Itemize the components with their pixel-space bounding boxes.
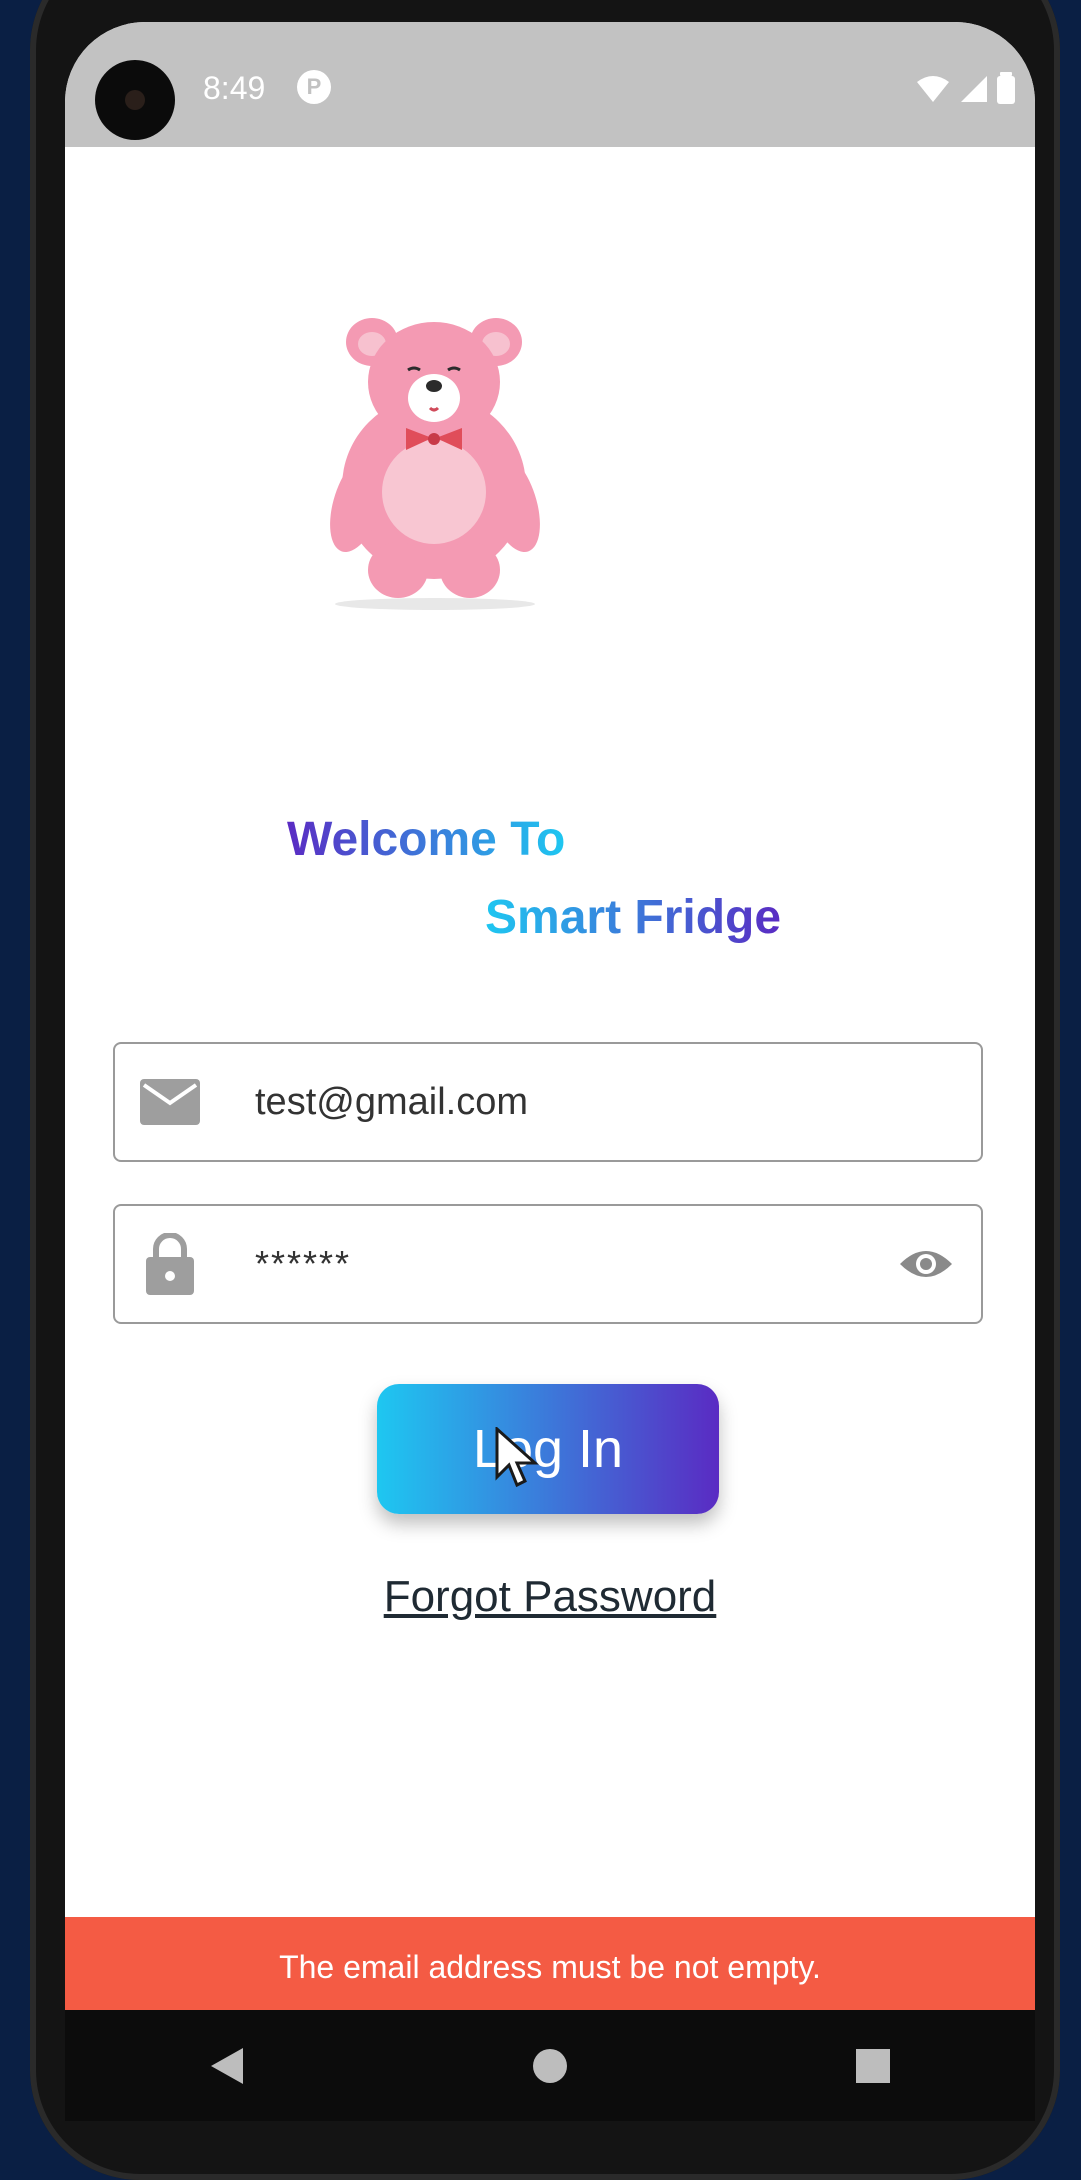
- mail-icon: [115, 1079, 225, 1125]
- password-input[interactable]: [225, 1243, 871, 1285]
- welcome-title: Welcome To: [287, 813, 566, 866]
- forgot-password-link[interactable]: Forgot Password: [65, 1572, 1035, 1622]
- signal-icon: [961, 76, 987, 102]
- back-icon[interactable]: [167, 2026, 287, 2106]
- camera-cutout: [95, 60, 175, 140]
- error-snackbar: The email address must be not empty.: [65, 1917, 1035, 2017]
- email-input[interactable]: [225, 1080, 981, 1124]
- status-time: 8:49: [203, 70, 266, 106]
- status-icons: [915, 72, 1015, 104]
- notification-icon: P: [297, 70, 331, 104]
- lock-icon: [115, 1233, 225, 1295]
- app-screen: 8:49 P Welcome To Smart Fridge test@gmai…: [65, 22, 1035, 2022]
- status-bar: 8:49 P: [65, 22, 1035, 147]
- wifi-icon: [917, 76, 949, 102]
- mouse-cursor-icon: [495, 1427, 539, 1488]
- system-nav-bar: [65, 2010, 1035, 2121]
- home-icon[interactable]: [490, 2026, 610, 2106]
- recents-icon[interactable]: [813, 2026, 933, 2106]
- bear-logo-image: [330, 318, 540, 610]
- password-field[interactable]: [113, 1204, 983, 1324]
- login-button[interactable]: Log In: [377, 1384, 719, 1514]
- email-field[interactable]: [113, 1042, 983, 1162]
- eye-icon[interactable]: [871, 1246, 981, 1282]
- welcome-subtitle: Smart Fridge: [485, 891, 782, 944]
- battery-icon: [997, 72, 1015, 104]
